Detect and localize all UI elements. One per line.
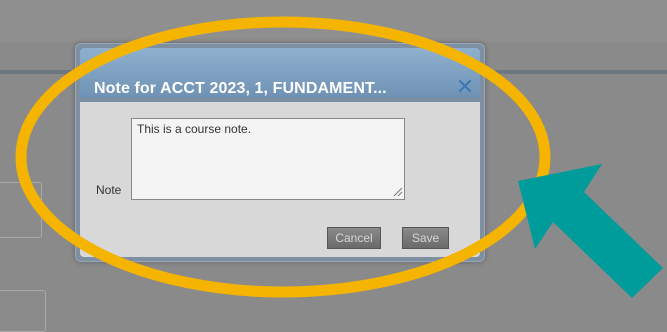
dialog-title: Note for ACCT 2023, 1, FUNDAMENT... [94,80,387,97]
note-dialog: Note for ACCT 2023, 1, FUNDAMENT... ✕ No… [75,43,485,262]
save-button[interactable]: Save [402,227,449,249]
note-label: Note [96,183,122,197]
close-icon[interactable]: ✕ [454,76,476,98]
pointer-arrow-icon [518,164,663,298]
background-input-field [0,182,42,238]
dialog-body: Note This is a course note. Cancel Save [80,102,480,257]
resize-grip-icon[interactable] [392,186,403,197]
background-input-field [0,290,46,332]
dialog-titlebar: Note for ACCT 2023, 1, FUNDAMENT... ✕ [80,48,480,98]
background-header [0,0,667,42]
cancel-button[interactable]: Cancel [327,227,381,249]
note-textarea[interactable]: This is a course note. [131,118,405,200]
